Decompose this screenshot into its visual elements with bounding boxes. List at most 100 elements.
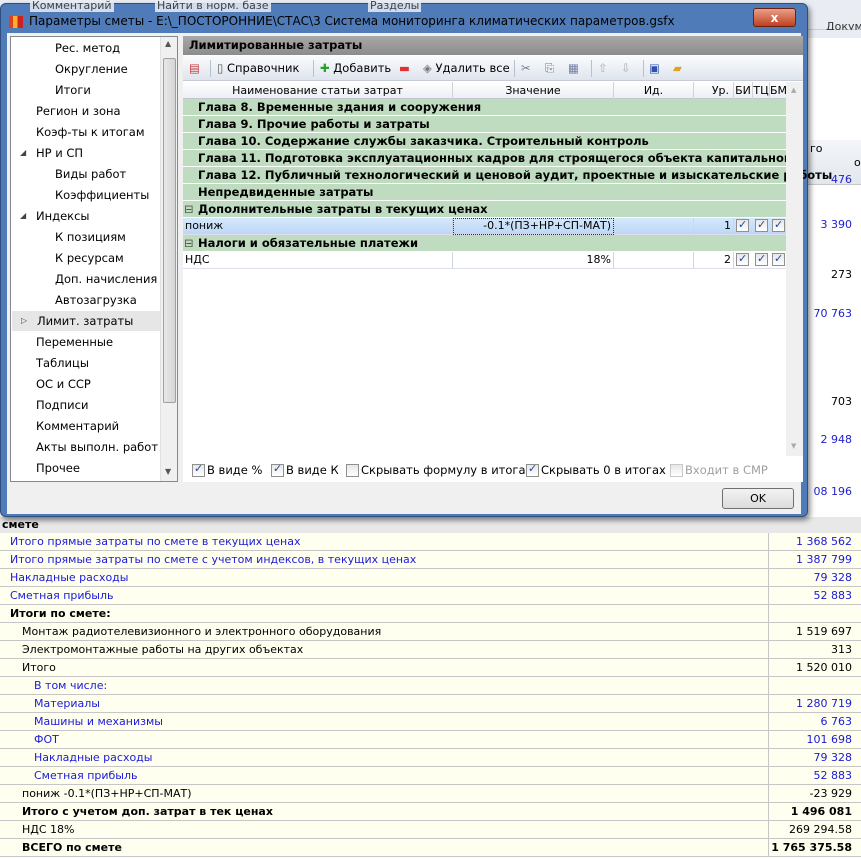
name-cell[interactable]: пониж: [183, 218, 453, 235]
bg-sections-button[interactable]: Разделы: [368, 0, 422, 12]
col-level[interactable]: Ур.: [694, 82, 734, 99]
scroll-up-icon[interactable]: ▲: [165, 39, 171, 48]
option-label: В виде К: [286, 463, 339, 477]
col-bi[interactable]: БИ: [734, 82, 753, 99]
id-cell[interactable]: [614, 218, 694, 235]
row-label[interactable]: В том числе:: [34, 679, 107, 692]
bm-checkbox[interactable]: [772, 217, 785, 233]
tc-checkbox[interactable]: [755, 251, 768, 267]
group-row[interactable]: Глава 11. Подготовка эксплуатационных ка…: [183, 150, 798, 167]
grid-scrollbar[interactable]: ▲ ▼: [786, 82, 803, 456]
col-tc[interactable]: ТЦ: [753, 82, 770, 99]
bg-find-button[interactable]: Найти в норм. базе: [155, 0, 271, 12]
expanded-arrow-icon[interactable]: ◢: [20, 206, 26, 226]
col-name[interactable]: Наименование статьи затрат: [183, 82, 453, 99]
checkbox-box[interactable]: [346, 464, 359, 477]
bg-value: 70 763: [813, 307, 853, 320]
row-value: 269 294.58: [768, 821, 855, 839]
value-cell[interactable]: 18%: [453, 252, 614, 269]
sidebar-scrollbar[interactable]: ▲ ▼: [160, 37, 177, 481]
group-row[interactable]: ⊟ Налоги и обязательные платежи: [183, 235, 786, 252]
ok-button[interactable]: OK: [722, 488, 794, 509]
move-up-icon[interactable]: ⇧: [598, 60, 608, 77]
add-button[interactable]: ✚ Добавить: [320, 60, 391, 77]
checkbox-box[interactable]: [192, 462, 205, 477]
bg-value: 2 948: [820, 433, 853, 446]
checkbox-box[interactable]: [271, 462, 284, 477]
name-cell[interactable]: НДС: [183, 252, 453, 269]
option-checkbox[interactable]: Скрывать 0 в итогах: [526, 462, 666, 477]
collapse-icon[interactable]: ⊟: [184, 235, 194, 251]
group-row[interactable]: Глава 12. Публичный технологический и це…: [183, 167, 832, 184]
sidebar-item[interactable]: ▷ Лимит. затраты: [12, 311, 162, 331]
row-label[interactable]: Сметная прибыль: [10, 589, 114, 602]
option-checkbox[interactable]: Скрывать формулу в итогах: [346, 463, 532, 477]
expanded-arrow-icon[interactable]: ◢: [20, 143, 26, 163]
group-row[interactable]: ⊟ Дополнительные затраты в текущих ценах: [183, 201, 786, 218]
row-label[interactable]: ФОТ: [34, 733, 59, 746]
totals-row: Машины и механизмы 6 763: [0, 713, 861, 731]
checkbox-box[interactable]: [670, 464, 683, 477]
row-label[interactable]: Накладные расходы: [34, 751, 152, 764]
row-label[interactable]: Накладные расходы: [10, 571, 128, 584]
totals-row: Сметная прибыль 52 883: [0, 767, 861, 785]
col-id[interactable]: Ид.: [614, 82, 694, 99]
group-row[interactable]: Глава 10. Содержание службы заказчика. С…: [183, 133, 786, 150]
row-value: 1 520 010: [768, 659, 855, 677]
sidebar-item-label: Виды работ: [55, 167, 127, 181]
bi-checkbox[interactable]: [736, 251, 749, 267]
save-icon[interactable]: ▣: [649, 60, 660, 77]
tc-checkbox[interactable]: [755, 217, 768, 233]
totals-row: Итоги по смете:: [0, 605, 861, 623]
value-cell[interactable]: -0.1*(ПЗ+НР+СП-МАТ): [453, 218, 614, 235]
row-label[interactable]: Итого прямые затраты по смете в текущих …: [10, 535, 300, 548]
totals-row: Электромонтажные работы на других объект…: [0, 641, 861, 659]
open-folder-icon[interactable]: ▰: [673, 60, 682, 77]
cost-row[interactable]: пониж -0.1*(ПЗ+НР+СП-МАТ) 1: [183, 217, 786, 235]
minus-icon[interactable]: ▬: [399, 60, 410, 77]
copy-icon[interactable]: ⎘: [545, 60, 554, 77]
move-down-icon[interactable]: ⇩: [621, 60, 631, 77]
totals-row: пониж -0.1*(ПЗ+НР+СП-МАТ) -23 929: [0, 785, 861, 803]
bi-checkbox[interactable]: [736, 217, 749, 233]
scroll-down-icon[interactable]: ▼: [165, 467, 171, 476]
id-cell[interactable]: [614, 252, 694, 269]
scroll-thumb[interactable]: [163, 58, 176, 403]
bg-value: 08 196: [813, 485, 853, 498]
sidebar-item-label: Лимит. затраты: [37, 314, 134, 328]
cut-icon[interactable]: ✂: [521, 60, 531, 77]
bm-checkbox[interactable]: [772, 251, 785, 267]
collapse-icon[interactable]: ⊟: [184, 201, 194, 217]
scroll-down-icon[interactable]: ▼: [791, 442, 796, 450]
delete-all-button[interactable]: ◈ Удалить все: [423, 60, 510, 77]
group-row[interactable]: Непредвиденные затраты: [183, 184, 786, 201]
row-label[interactable]: Сметная прибыль: [34, 769, 138, 782]
option-label: В виде %: [207, 463, 263, 477]
row-label[interactable]: Итого прямые затраты по смете с учетом и…: [10, 553, 416, 566]
cost-row[interactable]: НДС 18% 2: [183, 251, 786, 269]
checkbox-box[interactable]: [526, 462, 539, 477]
row-label[interactable]: Машины и механизмы: [34, 715, 163, 728]
close-button[interactable]: x: [753, 8, 796, 27]
group-row[interactable]: Глава 9. Прочие работы и затраты: [183, 116, 786, 133]
scroll-up-icon[interactable]: ▲: [791, 86, 796, 94]
bg-comment-button[interactable]: Комментарий: [30, 0, 114, 12]
paste-icon[interactable]: ▦: [568, 60, 579, 77]
totals-row: Материалы 1 280 719: [0, 695, 861, 713]
remove-row-icon[interactable]: ▤: [189, 60, 200, 77]
col-value[interactable]: Значение: [453, 82, 614, 99]
reference-label: Справочник: [227, 61, 300, 75]
col-bm[interactable]: БМ: [770, 82, 787, 99]
row-label[interactable]: Материалы: [34, 697, 100, 710]
level-cell[interactable]: 1: [694, 218, 734, 235]
row-label: ВСЕГО по смете: [22, 841, 122, 854]
collapsed-arrow-icon[interactable]: ▷: [21, 311, 27, 331]
option-checkbox[interactable]: В виде К: [271, 462, 339, 477]
group-row[interactable]: Глава 8. Временные здания и сооружения: [183, 99, 786, 116]
sidebar-item-label: Доп. начисления: [55, 272, 158, 286]
group-label: Глава 8. Временные здания и сооружения: [198, 100, 482, 114]
reference-button[interactable]: ▯ Справочник: [217, 60, 299, 77]
option-checkbox[interactable]: В виде %: [192, 462, 263, 477]
level-cell[interactable]: 2: [694, 252, 734, 269]
totals-row: Итого прямые затраты по смете с учетом и…: [0, 551, 861, 569]
